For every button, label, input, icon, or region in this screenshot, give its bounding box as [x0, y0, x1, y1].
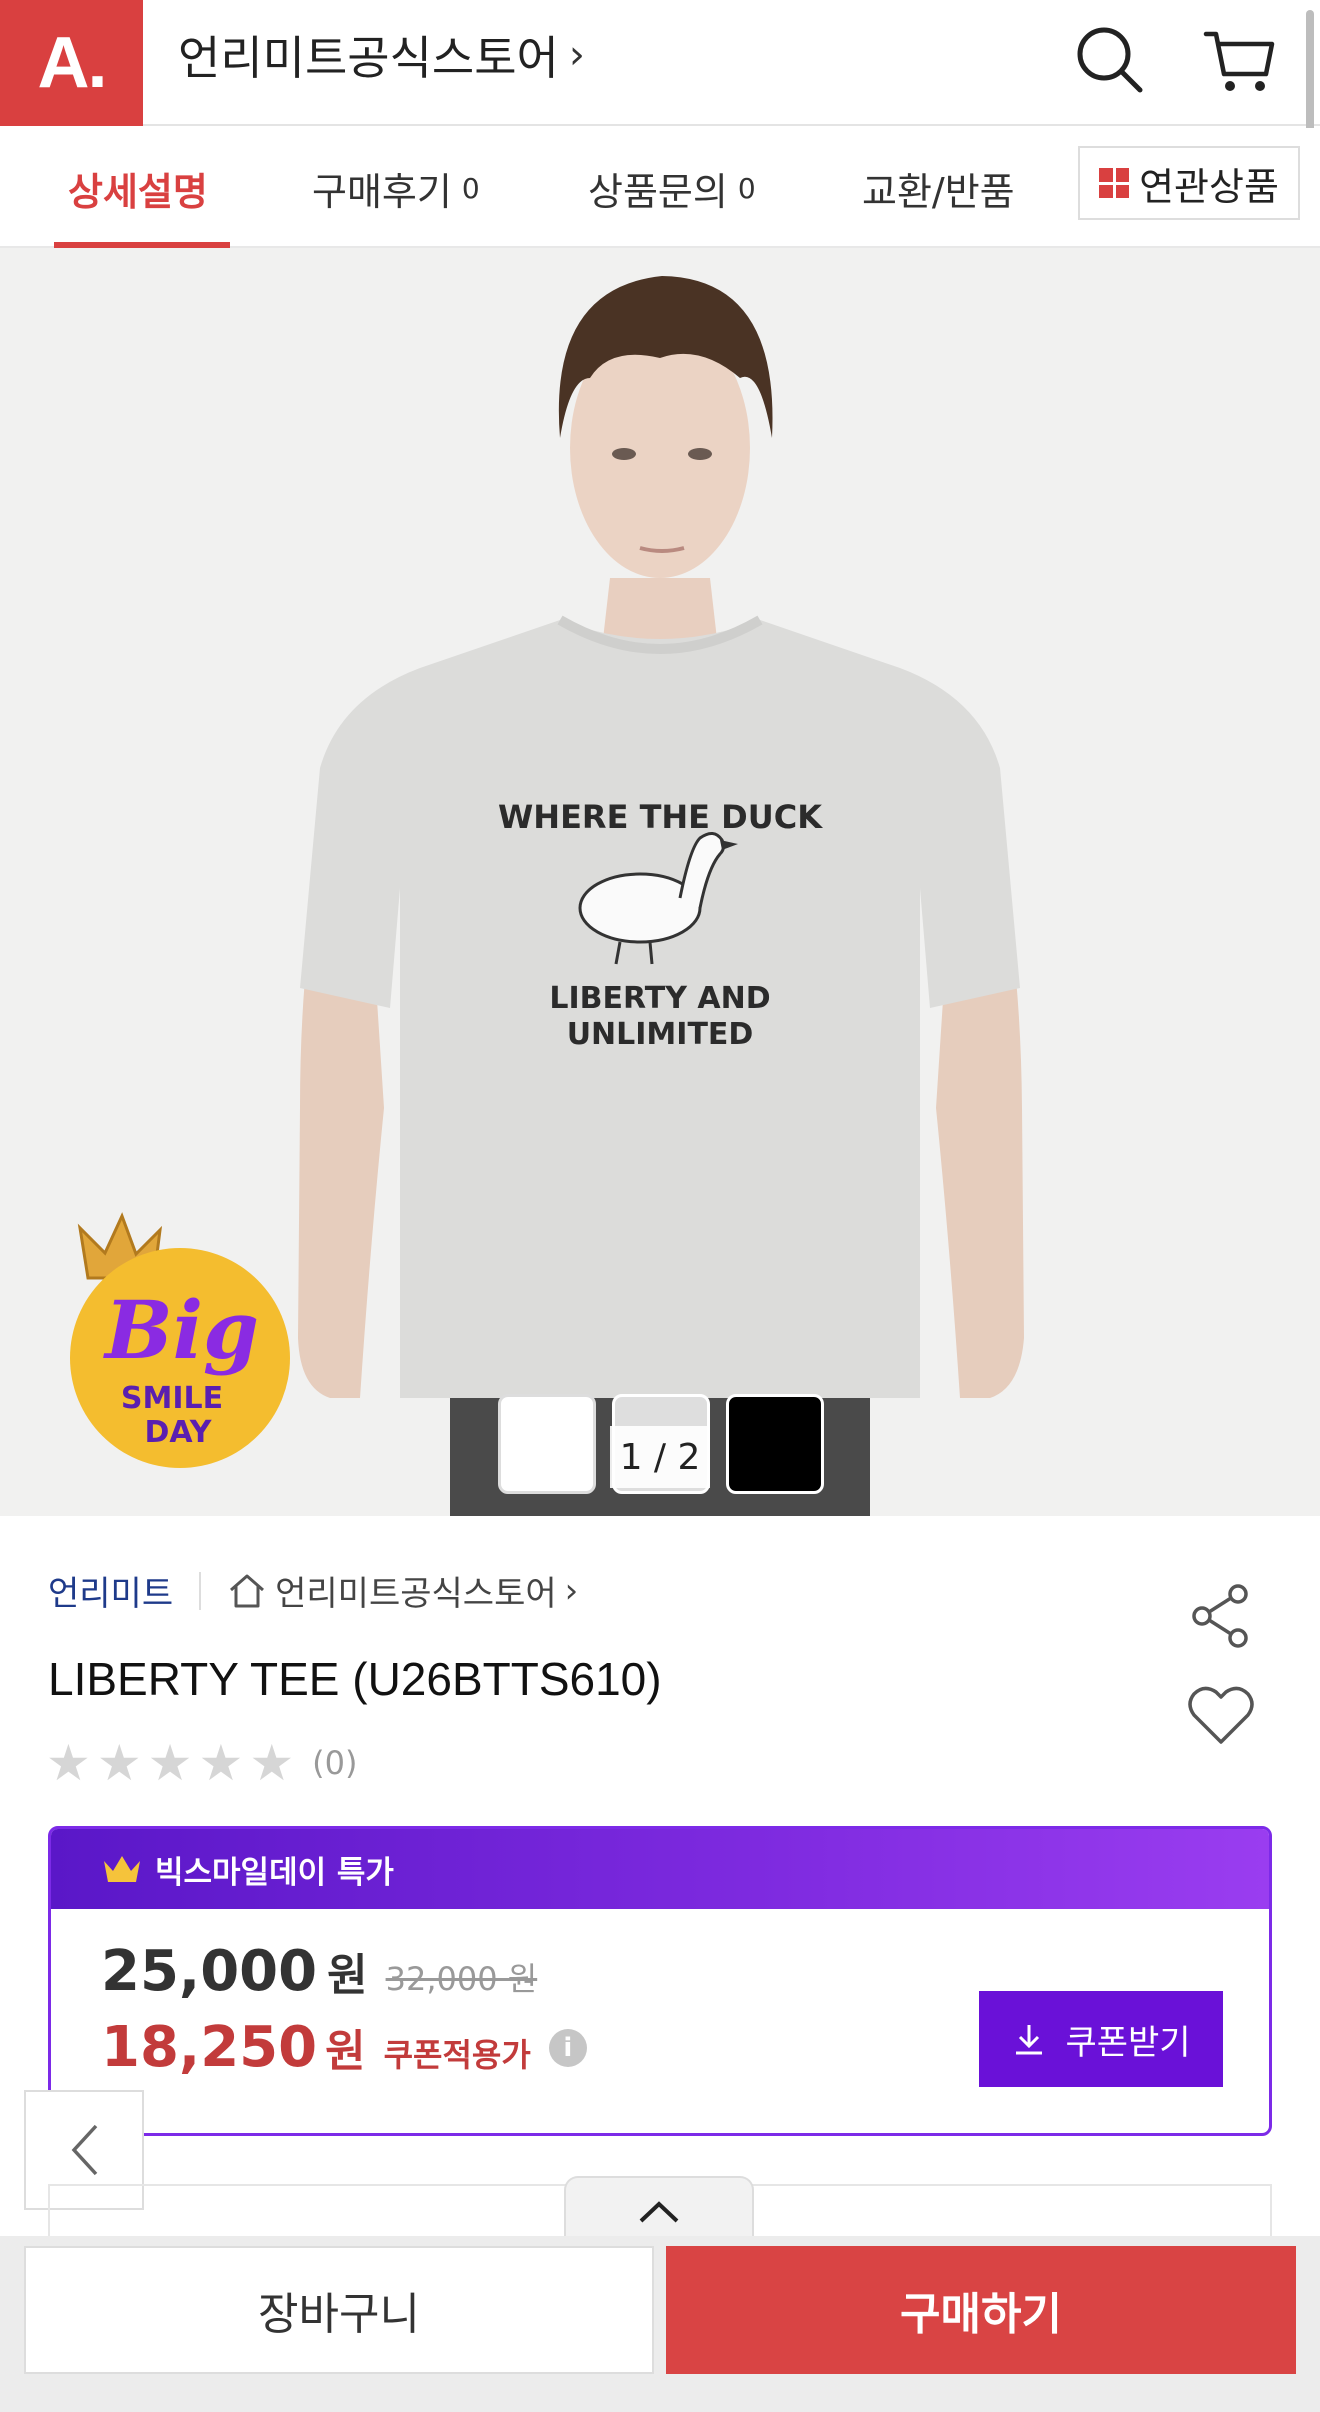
sale-price-unit: 원: [325, 2026, 366, 2077]
thumbnail-black[interactable]: [726, 1394, 824, 1494]
related-products-button[interactable]: 연관상품: [1078, 146, 1300, 220]
tab-reviews[interactable]: 구매후기 0: [312, 128, 480, 248]
heart-icon[interactable]: [1186, 1682, 1256, 1748]
sale-price-label: 쿠폰적용가: [383, 2036, 531, 2074]
buy-now-button[interactable]: 구매하기: [666, 2246, 1296, 2374]
bottom-action-bar: 장바구니 구매하기: [0, 2236, 1320, 2412]
download-icon: [1016, 2025, 1043, 2055]
chevron-up-icon: [639, 2201, 679, 2223]
brand-row: 언리미트 언리미트공식스토어 ›: [48, 1566, 578, 1615]
price-value: 25,000: [101, 1939, 318, 2004]
regular-price: 25,000 원 32,000 원: [101, 1939, 537, 2004]
rating-stars[interactable]: ★ ★ ★ ★ ★ (0): [46, 1738, 357, 1788]
shirt-print-line1: LIBERTY AND: [549, 981, 770, 1016]
home-icon: [230, 1574, 265, 1607]
crown-icon: [104, 1856, 140, 1882]
tab-qna[interactable]: 상품문의 0: [588, 128, 756, 248]
sale-price-value: 18,250: [101, 2015, 318, 2080]
chevron-right-icon: ›: [564, 1570, 579, 1611]
store-title-text: 언리미트공식스토어: [178, 31, 559, 85]
tab-label: 교환/반품: [862, 169, 1015, 214]
product-image-carousel[interactable]: WHERE THE DUCK LIBERTY AND UNLIMITED Big…: [0, 248, 1320, 1516]
related-products-label: 연관상품: [1139, 164, 1279, 209]
chevron-left-icon: [71, 2124, 98, 2176]
tab-label: 상세설명: [68, 169, 208, 214]
add-to-cart-button[interactable]: 장바구니: [24, 2246, 654, 2374]
badge-big-text: Big: [103, 1283, 259, 1377]
store-title-link[interactable]: 언리미트공식스토어 ›: [178, 22, 585, 88]
tab-label: 상품문의: [588, 169, 728, 214]
get-coupon-button[interactable]: 쿠폰받기: [979, 1991, 1223, 2087]
divider: [199, 1571, 202, 1610]
thumbnail-white[interactable]: [498, 1394, 596, 1494]
original-price: 32,000 원: [385, 1960, 538, 1998]
detail-tabs: 상세설명 구매후기 0 상품문의 0 교환/반품 연관상품: [0, 128, 1320, 248]
promo-header: 빅스마일데이 특가: [51, 1829, 1269, 1909]
store-link[interactable]: 언리미트공식스토어 ›: [227, 1566, 578, 1615]
star-icon: ★: [147, 1734, 193, 1792]
badge-day-text: DAY: [145, 1415, 213, 1450]
big-smile-day-badge: Big SMILE DAY: [70, 1212, 290, 1468]
search-icon[interactable]: [1070, 20, 1150, 100]
star-icon: ★: [249, 1734, 295, 1792]
shirt-print-line2: UNLIMITED: [567, 1017, 754, 1052]
share-icon[interactable]: [1186, 1580, 1256, 1650]
store-link-text: 언리미트공식스토어: [275, 1574, 557, 1614]
brand-link[interactable]: 언리미트: [48, 1566, 173, 1615]
star-icon: ★: [198, 1734, 244, 1792]
get-coupon-label: 쿠폰받기: [1065, 2022, 1191, 2063]
badge-smile-text: SMILE: [121, 1381, 223, 1416]
promo-header-text: 빅스마일데이 특가: [155, 1854, 394, 1891]
tab-label: 구매후기: [312, 169, 452, 214]
info-icon[interactable]: i: [548, 2028, 587, 2067]
price-unit: 원: [327, 1950, 368, 2001]
star-icon: ★: [46, 1734, 91, 1792]
star-icon: ★: [96, 1734, 142, 1792]
product-title: LIBERTY TEE (U26BTTS610): [48, 1653, 662, 1705]
promo-price-box: 빅스마일데이 특가 25,000 원 32,000 원 18,250 원 쿠폰적…: [48, 1826, 1272, 2136]
top-header: A. 언리미트공식스토어 ›: [0, 0, 1320, 216]
tab-count: 0: [737, 171, 756, 205]
image-page-indicator: 1 / 2: [610, 1426, 710, 1488]
tab-exchange-return[interactable]: 교환/반품: [862, 128, 1015, 248]
tab-description[interactable]: 상세설명: [68, 128, 208, 248]
tab-count: 0: [461, 171, 480, 205]
rating-count: (0): [312, 1744, 358, 1782]
grid-icon: [1099, 168, 1130, 198]
coupon-price: 18,250 원 쿠폰적용가 i: [101, 2015, 587, 2080]
shirt-print-top: WHERE THE DUCK: [498, 798, 823, 836]
site-logo[interactable]: A.: [0, 0, 143, 126]
chevron-right-icon: ›: [568, 32, 585, 78]
cart-icon[interactable]: [1200, 20, 1280, 100]
